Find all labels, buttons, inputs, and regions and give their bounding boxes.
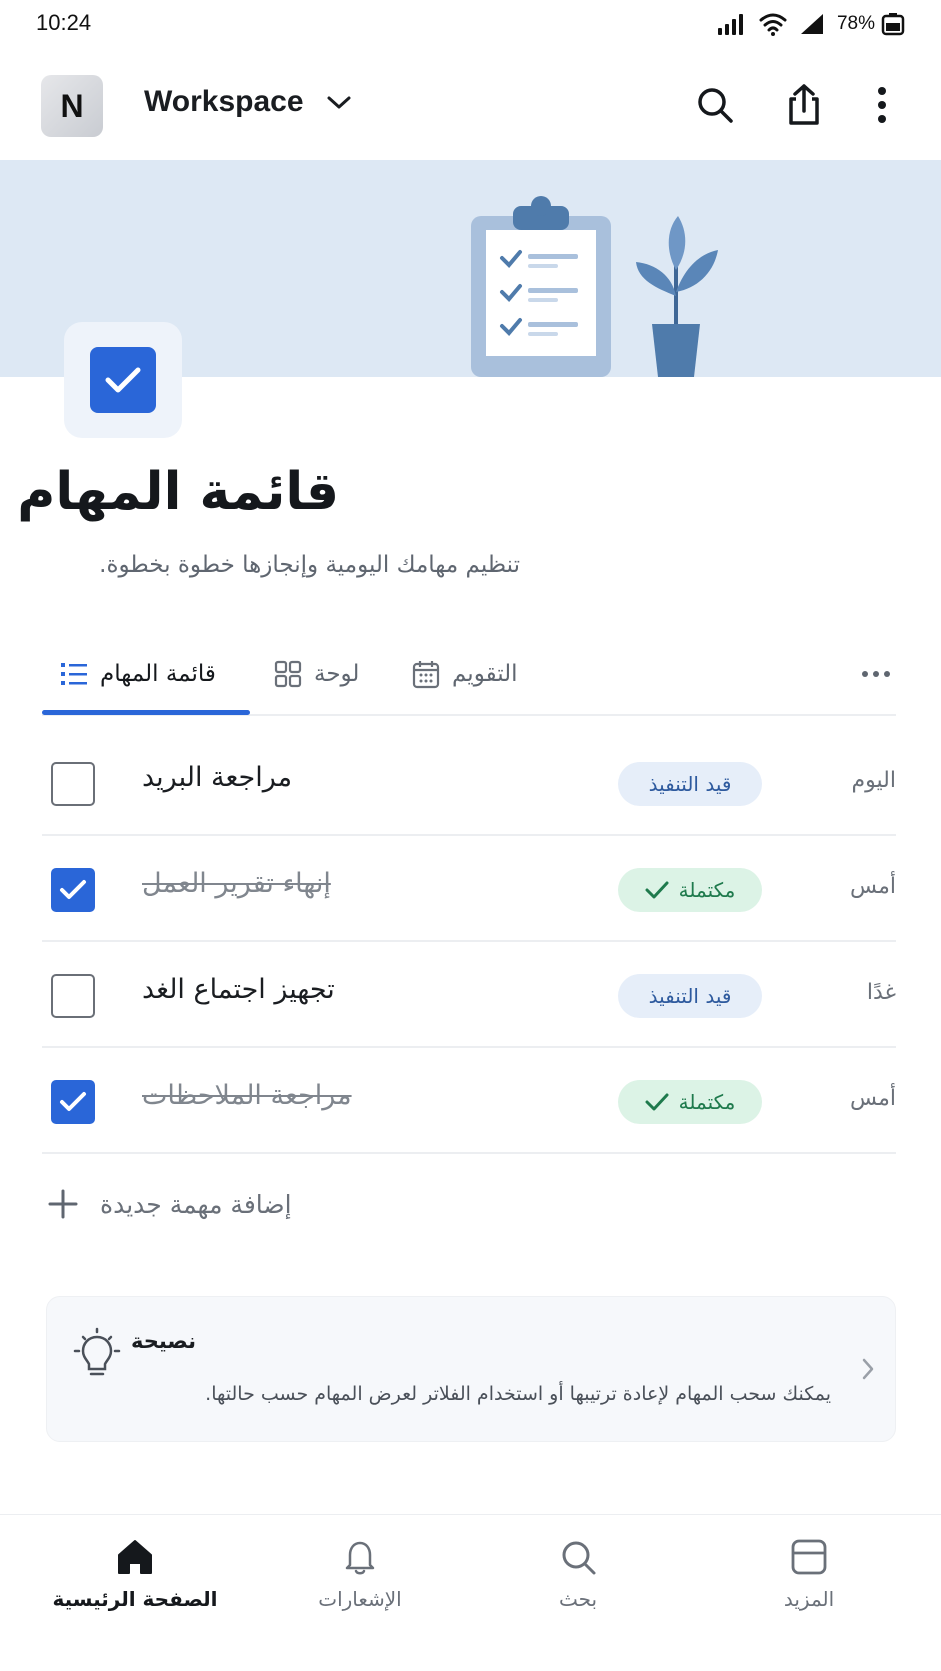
status-badge: مكتملة <box>618 868 762 912</box>
task-due-date: أمس <box>850 874 896 899</box>
tabs-more-button[interactable] <box>856 654 896 694</box>
nav-notifications[interactable]: الإشعارات <box>250 1537 470 1611</box>
home-icon <box>118 1540 152 1574</box>
lightbulb-icon <box>73 1327 121 1376</box>
wifi-icon <box>759 13 787 36</box>
check-icon <box>645 1093 669 1111</box>
tab-label: قائمة المهام <box>100 661 216 687</box>
grid-icon <box>274 660 302 688</box>
status-bar: 10:24 78% <box>0 0 941 52</box>
task-checkbox[interactable] <box>51 974 95 1018</box>
more-options-button[interactable] <box>857 80 907 130</box>
task-row[interactable]: تجهيز اجتماع الغد قيد التنفيذ غدًا <box>42 942 896 1048</box>
chevron-right-icon[interactable] <box>861 1357 875 1381</box>
task-title[interactable]: تجهيز اجتماع الغد <box>142 974 335 1005</box>
status-label: قيد التنفيذ <box>648 772 732 796</box>
task-row[interactable]: مراجعة البريد قيد التنفيذ اليوم <box>42 730 896 836</box>
workspace-name[interactable]: Workspace <box>144 85 304 119</box>
status-badge: مكتملة <box>618 1080 762 1124</box>
list-icon <box>61 663 87 685</box>
more-horizontal-icon <box>862 671 890 677</box>
tip-title: نصيحة <box>130 1329 196 1353</box>
chevron-down-icon[interactable] <box>326 94 352 112</box>
tab-board[interactable]: لوحة <box>274 654 359 694</box>
status-label: مكتملة <box>678 878 736 902</box>
cellular-icon <box>800 14 823 34</box>
nav-label: المزيد <box>783 1587 835 1611</box>
signal-icon <box>717 14 743 35</box>
nav-more[interactable]: المزيد <box>699 1537 919 1611</box>
task-checkbox[interactable] <box>51 868 95 912</box>
nav-label: الإشعارات <box>318 1587 402 1611</box>
calendar-icon <box>412 661 440 689</box>
task-title[interactable]: مراجعة الملاحظات <box>142 1080 352 1111</box>
check-icon <box>105 367 141 393</box>
add-task-label: إضافة مهمة جديدة <box>100 1189 292 1219</box>
checkbox-page-icon <box>90 347 156 413</box>
task-checkbox[interactable] <box>51 762 95 806</box>
status-label: قيد التنفيذ <box>648 984 732 1008</box>
page-title: قائمة المهام <box>17 462 339 522</box>
tab-label: التقويم <box>452 661 518 687</box>
bottom-navigation: الصفحة الرئيسية الإشعارات بحث المزيد <box>0 1514 941 1671</box>
search-button[interactable] <box>690 80 740 130</box>
tip-card[interactable]: نصيحة يمكنك سحب المهام لإعادة ترتيبها أو… <box>46 1296 896 1442</box>
task-row[interactable]: إنهاء تقرير العمل مكتملة أمس <box>42 836 896 942</box>
bell-icon <box>345 1541 375 1575</box>
more-box-icon <box>791 1539 827 1575</box>
task-due-date: أمس <box>850 1086 896 1111</box>
tab-task-list[interactable]: قائمة المهام <box>60 654 216 694</box>
task-checkbox[interactable] <box>51 1080 95 1124</box>
nav-search[interactable]: بحث <box>468 1537 688 1611</box>
page-icon[interactable] <box>64 322 182 438</box>
status-label: مكتملة <box>678 1090 736 1114</box>
task-title[interactable]: إنهاء تقرير العمل <box>142 868 331 899</box>
search-icon <box>698 88 733 123</box>
battery-percent: 78% <box>836 13 875 34</box>
status-badge: قيد التنفيذ <box>618 762 762 806</box>
workspace-avatar[interactable]: N <box>41 75 103 137</box>
nav-home[interactable]: الصفحة الرئيسية <box>25 1537 245 1611</box>
active-tab-indicator <box>42 710 250 715</box>
more-vertical-icon <box>878 87 886 123</box>
tab-label: لوحة <box>314 661 360 687</box>
share-button[interactable] <box>779 80 829 130</box>
task-title[interactable]: مراجعة البريد <box>142 762 292 793</box>
task-due-date: غدًا <box>866 980 896 1005</box>
check-icon <box>645 881 669 899</box>
check-icon <box>60 880 86 899</box>
status-badge: قيد التنفيذ <box>618 974 762 1018</box>
status-icons: 78% <box>717 12 907 36</box>
status-time: 10:24 <box>36 10 92 35</box>
battery-icon <box>881 13 905 36</box>
plus-icon <box>48 1189 78 1219</box>
nav-label: بحث <box>558 1587 598 1611</box>
clipboard-plant-illustration <box>471 196 718 377</box>
tab-calendar[interactable]: التقويم <box>412 654 518 694</box>
search-icon <box>562 1541 596 1575</box>
nav-label: الصفحة الرئيسية <box>52 1587 218 1611</box>
view-tabs: قائمة المهام لوحة التقويم <box>42 640 896 716</box>
add-task-button[interactable]: إضافة مهمة جديدة <box>48 1180 292 1228</box>
tip-text: يمكنك سحب المهام لإعادة ترتيبها أو استخد… <box>205 1383 831 1405</box>
app-bar: N Workspace <box>0 60 941 160</box>
check-icon <box>60 1092 86 1111</box>
task-due-date: اليوم <box>851 768 896 793</box>
task-row[interactable]: مراجعة الملاحظات مكتملة أمس <box>42 1048 896 1154</box>
page-subtitle: تنظيم مهامك اليومية وإنجازها خطوة بخطوة. <box>99 552 520 578</box>
share-icon <box>789 84 819 125</box>
